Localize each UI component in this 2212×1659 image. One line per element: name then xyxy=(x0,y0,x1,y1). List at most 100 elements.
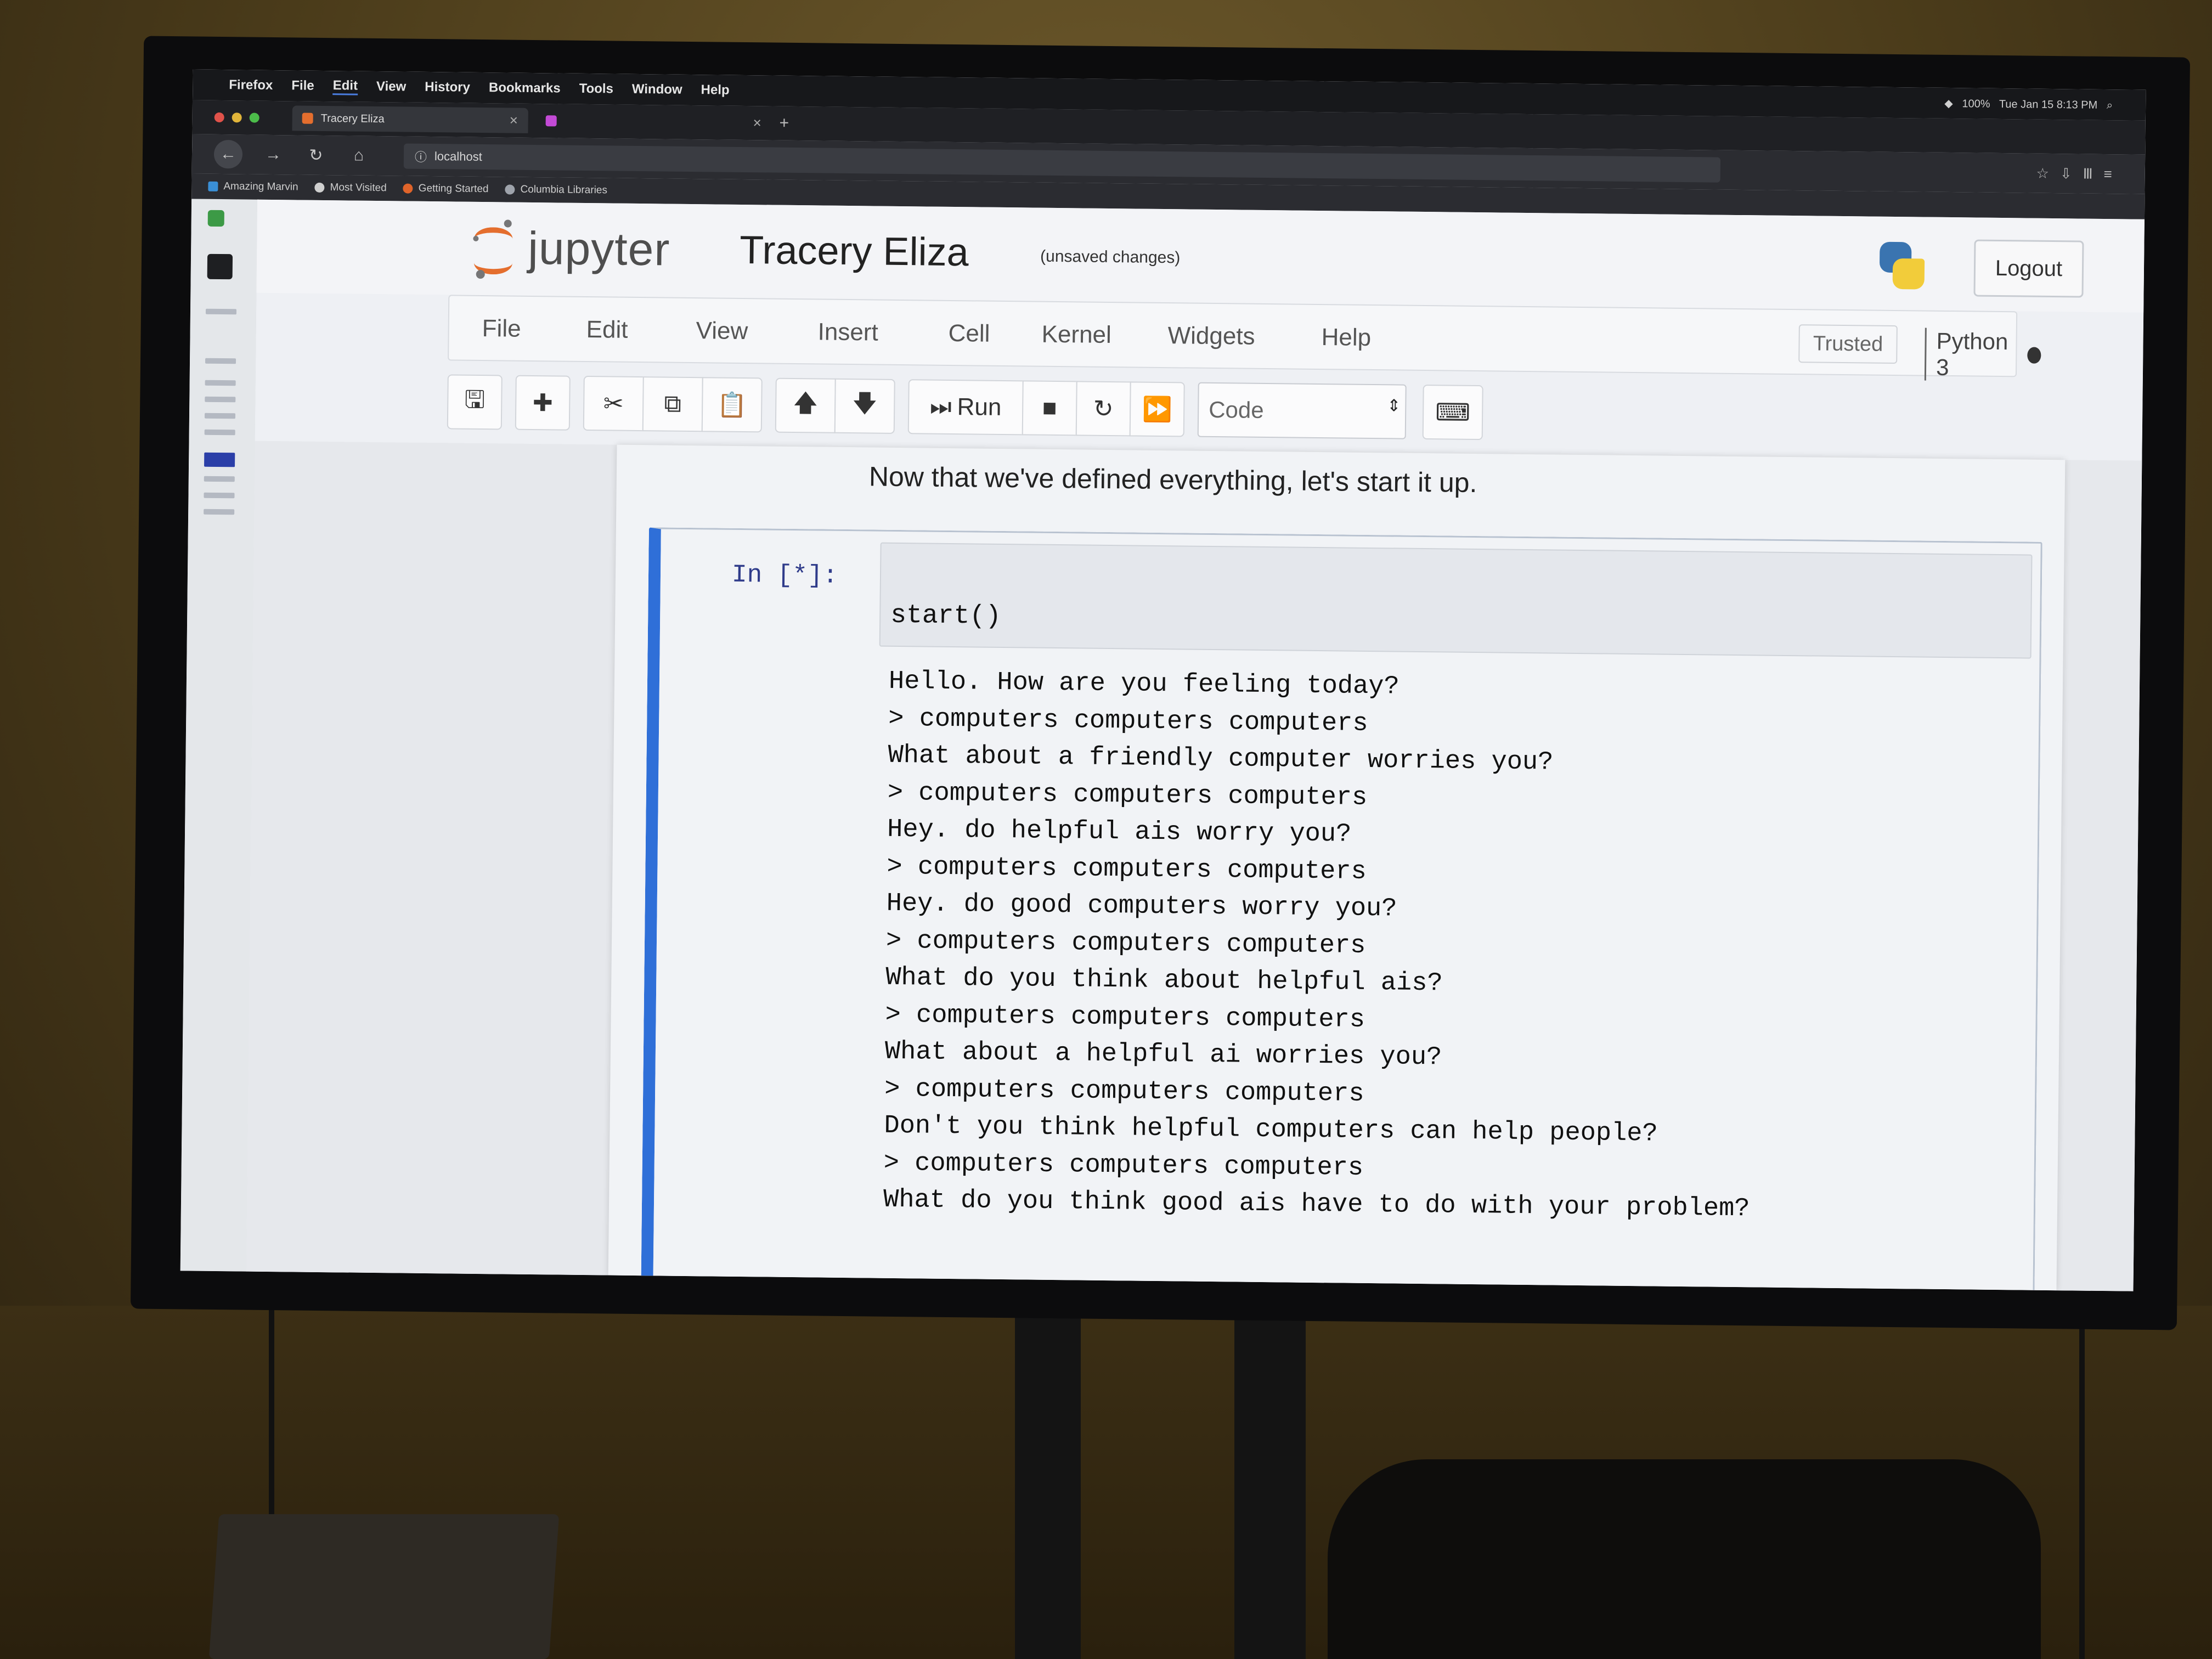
menu-icon[interactable]: ≡ xyxy=(2103,165,2123,182)
url-text: localhost xyxy=(434,149,482,164)
download-icon[interactable]: ⇩ xyxy=(2060,165,2083,182)
code-cell[interactable]: In [*]: start() Hello. How are you feeli… xyxy=(641,527,2042,1291)
bookmark-favicon-icon xyxy=(208,181,218,191)
move-down-icon[interactable]: 🡇 xyxy=(834,378,895,434)
tab-second[interactable]: ✕ xyxy=(535,108,771,136)
background-app-sidebar xyxy=(180,199,259,1272)
keyboard-icon[interactable]: ⌨ xyxy=(1422,384,1483,441)
menubar-item-file[interactable]: File xyxy=(291,78,314,93)
battery-level: 100% xyxy=(1962,97,1990,110)
kernel-indicator[interactable]: Python 3 xyxy=(1924,328,2041,382)
search-icon[interactable]: ⌕ xyxy=(2107,99,2113,111)
wifi-icon[interactable]: ◆ xyxy=(1944,97,1953,109)
close-tab-icon[interactable]: ✕ xyxy=(753,116,762,130)
monitor-stand xyxy=(1015,1273,1081,1659)
bookmark-item[interactable]: Amazing Marvin xyxy=(208,180,298,194)
menu-help[interactable]: Help xyxy=(1321,324,1371,352)
library-icon[interactable]: Ⅲ xyxy=(2083,165,2104,182)
insert-cell-icon[interactable]: ✚ xyxy=(515,375,571,431)
move-up-icon[interactable]: 🡅 xyxy=(775,377,836,433)
restart-run-all-icon[interactable]: ⏩ xyxy=(1129,381,1185,437)
sidebar-line xyxy=(205,396,236,403)
zoom-window-button[interactable] xyxy=(249,112,259,123)
menubar-item-tools[interactable]: Tools xyxy=(579,81,613,97)
jupyter-page: jupyter Tracery Eliza (unsaved changes) … xyxy=(246,199,2145,1291)
menu-widgets[interactable]: Widgets xyxy=(1167,322,1255,351)
chair xyxy=(1328,1459,2041,1659)
tab-tracery-eliza[interactable]: Tracery Eliza ✕ xyxy=(292,105,528,133)
menu-file[interactable]: File xyxy=(482,315,521,343)
menubar-item-help[interactable]: Help xyxy=(701,82,729,98)
screen: Firefox File Edit View History Bookmarks… xyxy=(180,69,2146,1291)
menu-insert[interactable]: Insert xyxy=(817,318,878,346)
jupyter-logo-icon xyxy=(471,217,515,279)
menu-kernel[interactable]: Kernel xyxy=(1041,321,1111,349)
menubar-item-bookmarks[interactable]: Bookmarks xyxy=(489,80,561,96)
run-button[interactable]: ⏭ Run xyxy=(907,379,1024,436)
markdown-cell-text[interactable]: Now that we've defined everything, let's… xyxy=(869,460,1477,499)
sidebar-selected-item[interactable] xyxy=(204,452,235,467)
app-icon[interactable] xyxy=(207,253,233,280)
cell-type-value: Code xyxy=(1208,396,1264,423)
cell-output: Hello. How are you feeling today? > comp… xyxy=(883,663,1756,1228)
info-icon[interactable]: ⓘ xyxy=(415,148,427,165)
bookmark-item[interactable]: Getting Started xyxy=(403,182,489,195)
reload-icon[interactable]: ↻ xyxy=(304,145,328,165)
menu-cell[interactable]: Cell xyxy=(948,320,990,348)
bookmark-favicon-icon xyxy=(505,184,515,195)
save-status: (unsaved changes) xyxy=(1040,247,1181,267)
sidebar-line xyxy=(204,492,235,499)
bookmark-star-icon[interactable]: ☆ xyxy=(2036,165,2060,181)
cut-icon[interactable]: ✂ xyxy=(583,375,644,432)
trusted-indicator[interactable]: Trusted xyxy=(1798,324,1898,364)
menubar-status: ◆ 100% Tue Jan 15 8:13 PM ⌕ xyxy=(1944,96,2113,111)
jupyter-logo[interactable]: jupyter xyxy=(471,217,670,280)
jupyter-logo-text: jupyter xyxy=(527,222,670,275)
home-icon[interactable]: ⌂ xyxy=(347,146,371,165)
paste-icon[interactable]: 📋 xyxy=(701,377,763,433)
bookmark-label: Most Visited xyxy=(330,182,387,194)
restart-icon[interactable]: ↻ xyxy=(1075,381,1131,437)
sidebar-line xyxy=(204,429,235,436)
bookmark-item[interactable]: Columbia Libraries xyxy=(505,183,607,196)
menu-edit[interactable]: Edit xyxy=(586,316,628,344)
code-input[interactable]: start() xyxy=(879,542,2033,659)
clock[interactable]: Tue Jan 15 8:13 PM xyxy=(1999,98,2098,111)
forward-arrow-icon[interactable]: → xyxy=(261,145,285,164)
bookmark-item[interactable]: Most Visited xyxy=(314,182,387,194)
sidebar-line xyxy=(205,308,237,315)
code-text: start() xyxy=(890,600,1002,631)
url-bar[interactable]: ⓘ localhost xyxy=(403,143,1721,183)
tab-favicon-icon xyxy=(545,115,557,127)
logout-button[interactable]: Logout xyxy=(1973,239,2084,298)
copy-icon[interactable]: ⧉ xyxy=(642,376,703,432)
save-icon[interactable]: 🖫 xyxy=(447,374,503,430)
menubar-item-firefox[interactable]: Firefox xyxy=(229,77,273,93)
bookmark-favicon-icon xyxy=(314,182,325,193)
new-tab-button[interactable]: + xyxy=(779,114,789,133)
jupyter-favicon-icon xyxy=(302,112,313,124)
menu-view[interactable]: View xyxy=(696,317,748,345)
menubar-item-edit[interactable]: Edit xyxy=(332,77,358,95)
cable xyxy=(269,1306,274,1525)
bookmark-label: Getting Started xyxy=(418,182,489,195)
interrupt-icon[interactable]: ■ xyxy=(1022,380,1077,436)
menubar-item-view[interactable]: View xyxy=(376,79,407,95)
sidebar-line xyxy=(204,476,235,482)
tab-title: Tracery Eliza xyxy=(320,112,385,125)
minimize-window-button[interactable] xyxy=(232,112,242,123)
notebook-area: Now that we've defined everything, let's… xyxy=(246,441,2142,1291)
cell-type-select[interactable]: Code ⇕ xyxy=(1197,382,1407,439)
monitor: Firefox File Edit View History Bookmarks… xyxy=(130,36,2191,1330)
menubar-item-window[interactable]: Window xyxy=(632,82,682,98)
kernel-name: Python 3 xyxy=(1936,328,2008,381)
notebook-title[interactable]: Tracery Eliza xyxy=(740,228,969,275)
close-tab-icon[interactable]: ✕ xyxy=(509,114,518,127)
app-icon[interactable] xyxy=(207,210,224,227)
menubar-item-history[interactable]: History xyxy=(425,80,470,95)
python-logo-icon xyxy=(1875,239,1928,292)
window-controls xyxy=(214,112,259,123)
close-window-button[interactable] xyxy=(214,112,224,123)
bookmark-label: Amazing Marvin xyxy=(223,180,298,193)
back-arrow-icon[interactable]: ← xyxy=(213,139,243,169)
